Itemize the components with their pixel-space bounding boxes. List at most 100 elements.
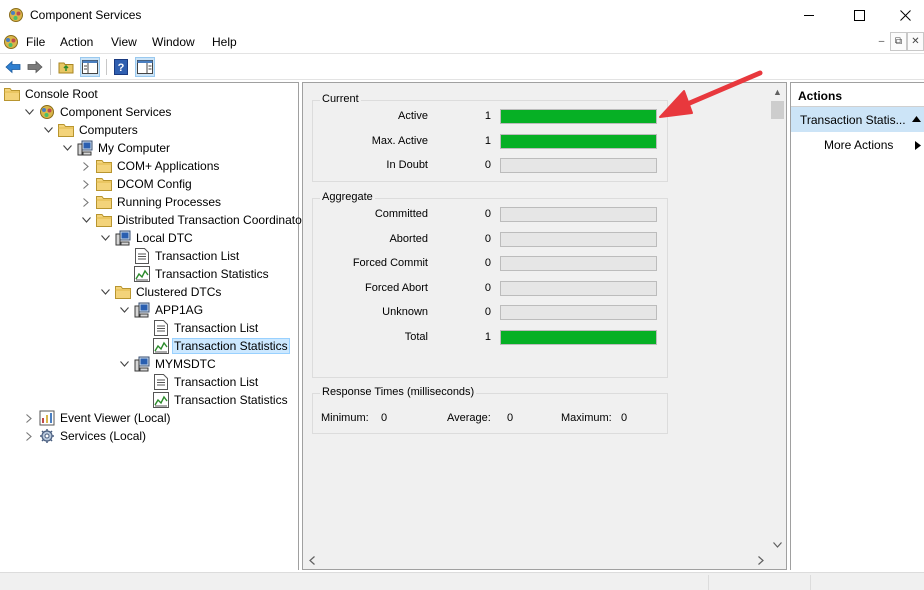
forward-arrow-icon (27, 60, 43, 74)
tree-expand-open-icon[interactable] (118, 304, 130, 316)
scroll-down-icon[interactable] (769, 536, 786, 553)
scroll-right-icon[interactable] (752, 552, 769, 569)
mdi-restore-icon: ⧉ (894, 36, 903, 47)
aggregate-aborted-bar (500, 231, 657, 247)
vertical-scroll-thumb[interactable] (771, 101, 784, 119)
tree-item-com-applications[interactable]: COM+ Applications (80, 157, 221, 175)
tree-item-label: Console Root (25, 87, 98, 101)
mdi-minimize-button[interactable]: – (873, 32, 890, 51)
tree-item-transaction-statistics[interactable]: Transaction Statistics (137, 337, 290, 355)
show-hide-action-pane-button[interactable] (135, 57, 155, 77)
tree-expand-closed-icon[interactable] (80, 160, 92, 172)
tree-expand-closed-icon[interactable] (80, 196, 92, 208)
toolbar-separator (50, 59, 51, 75)
aggregate-unknown-bar (500, 305, 657, 320)
current-in-doubt-label-wrap: In Doubt (323, 159, 428, 175)
menu-help[interactable]: Help (212, 35, 237, 49)
current-in-doubt-value: 0 (484, 159, 491, 171)
tree-item-label: Event Viewer (Local) (60, 411, 171, 425)
maximize-icon (853, 10, 865, 21)
scroll-up-icon[interactable]: ▲ (769, 83, 786, 100)
mdi-restore-button[interactable]: ⧉ (890, 32, 907, 51)
event-viewer-icon (39, 410, 55, 426)
tree-item-transaction-statistics[interactable]: Transaction Statistics (118, 265, 271, 283)
tree-item-label: Transaction List (174, 375, 259, 389)
back-button[interactable] (3, 57, 23, 77)
list-icon (153, 320, 169, 336)
close-button[interactable] (882, 0, 924, 31)
tree-expand-open-icon[interactable] (118, 358, 130, 370)
tree-item-dcom-config[interactable]: DCOM Config (80, 175, 194, 193)
aggregate-committed-label: Committed (374, 208, 428, 220)
status-cell (708, 575, 709, 590)
tree-expand-open-icon[interactable] (61, 142, 73, 154)
aggregate-forced-commit-label-wrap: Forced Commit (323, 257, 428, 273)
maximize-button[interactable] (836, 0, 882, 31)
aggregate-forced-abort-bar (500, 280, 657, 296)
minimize-button[interactable] (786, 0, 832, 31)
tree-expand-closed-icon[interactable] (23, 412, 35, 424)
tree-item-my-computer[interactable]: My Computer (61, 139, 172, 157)
status-cell (810, 575, 811, 590)
tree-item-console-root[interactable]: Console Root (4, 85, 100, 103)
tree-item-transaction-list[interactable]: Transaction List (118, 247, 241, 265)
tree-item-transaction-list[interactable]: Transaction List (137, 319, 260, 337)
folder-icon (96, 176, 112, 192)
tree-item-label: DCOM Config (117, 177, 192, 191)
tree-item-app1ag[interactable]: APP1AG (118, 301, 205, 319)
statistics-pane: Current Aggregate Response Times (millis… (302, 82, 787, 570)
response-times-group-title: Response Times (milliseconds) (320, 386, 477, 398)
response-times-group: Response Times (milliseconds) Minimum: 0… (312, 386, 668, 434)
tree-expand-open-icon[interactable] (80, 214, 92, 226)
mdi-close-button[interactable]: ✕ (907, 32, 924, 51)
scroll-left-icon[interactable] (303, 552, 320, 569)
tree-item-label: Transaction Statistics (155, 267, 269, 281)
forward-button[interactable] (25, 57, 45, 77)
tree-item-computers[interactable]: Computers (42, 121, 140, 139)
tree-item-local-dtc[interactable]: Local DTC (99, 229, 195, 247)
vertical-scrollbar[interactable]: ▲ (769, 83, 786, 553)
tree-expand-open-icon[interactable] (99, 286, 111, 298)
tree-expand-closed-icon[interactable] (23, 430, 35, 442)
tree-item-mymsdtc[interactable]: MYMSDTC (118, 355, 218, 373)
menu-action[interactable]: Action (60, 35, 93, 49)
back-arrow-icon (5, 60, 21, 74)
system-menu-icon[interactable] (3, 34, 19, 50)
menu-window[interactable]: Window (152, 35, 195, 49)
collapse-up-icon[interactable] (912, 116, 921, 122)
menu-file[interactable]: File (26, 35, 45, 49)
tree-item-event-viewer-local[interactable]: Event Viewer (Local) (23, 409, 173, 427)
folder-icon (96, 158, 112, 174)
tree-item-component-services[interactable]: Component Services (23, 103, 173, 121)
more-actions-item[interactable]: More Actions (791, 134, 924, 154)
up-one-level-button[interactable] (56, 57, 76, 77)
current-in-doubt-bar (500, 158, 657, 173)
computer-icon (134, 356, 150, 372)
tree-item-distributed-transaction-coordinator[interactable]: Distributed Transaction Coordinator (80, 211, 308, 229)
folder-icon (58, 122, 74, 138)
tree-item-transaction-list[interactable]: Transaction List (137, 373, 260, 391)
aggregate-forced-abort-label-wrap: Forced Abort (323, 282, 428, 298)
tree-expander-spacer (137, 394, 149, 406)
help-button[interactable]: ? (111, 57, 131, 77)
list-icon (134, 248, 150, 264)
current-active-bar (500, 109, 657, 124)
aggregate-total-label-wrap: Total (323, 331, 428, 347)
tree-item-label: APP1AG (155, 303, 204, 317)
actions-section-transaction-statistics[interactable]: Transaction Statis... (791, 107, 924, 132)
tree-expand-closed-icon[interactable] (80, 178, 92, 190)
computer-icon (134, 302, 150, 318)
tree-item-clustered-dtcs[interactable]: Clustered DTCs (99, 283, 223, 301)
tree-item-label: Computers (79, 123, 138, 137)
tree-expand-open-icon[interactable] (23, 106, 35, 118)
tree-item-running-processes[interactable]: Running Processes (80, 193, 223, 211)
horizontal-scrollbar[interactable] (303, 552, 769, 569)
show-hide-console-tree-button[interactable] (80, 57, 100, 77)
tree-expand-open-icon[interactable] (42, 124, 54, 136)
component-services-icon (8, 7, 24, 23)
tree-expand-open-icon[interactable] (99, 232, 111, 244)
tree-item-services-local[interactable]: Services (Local) (23, 427, 148, 445)
menu-view[interactable]: View (111, 35, 137, 49)
aggregate-committed-label-wrap: Committed (323, 208, 428, 224)
tree-item-transaction-statistics[interactable]: Transaction Statistics (137, 391, 290, 409)
